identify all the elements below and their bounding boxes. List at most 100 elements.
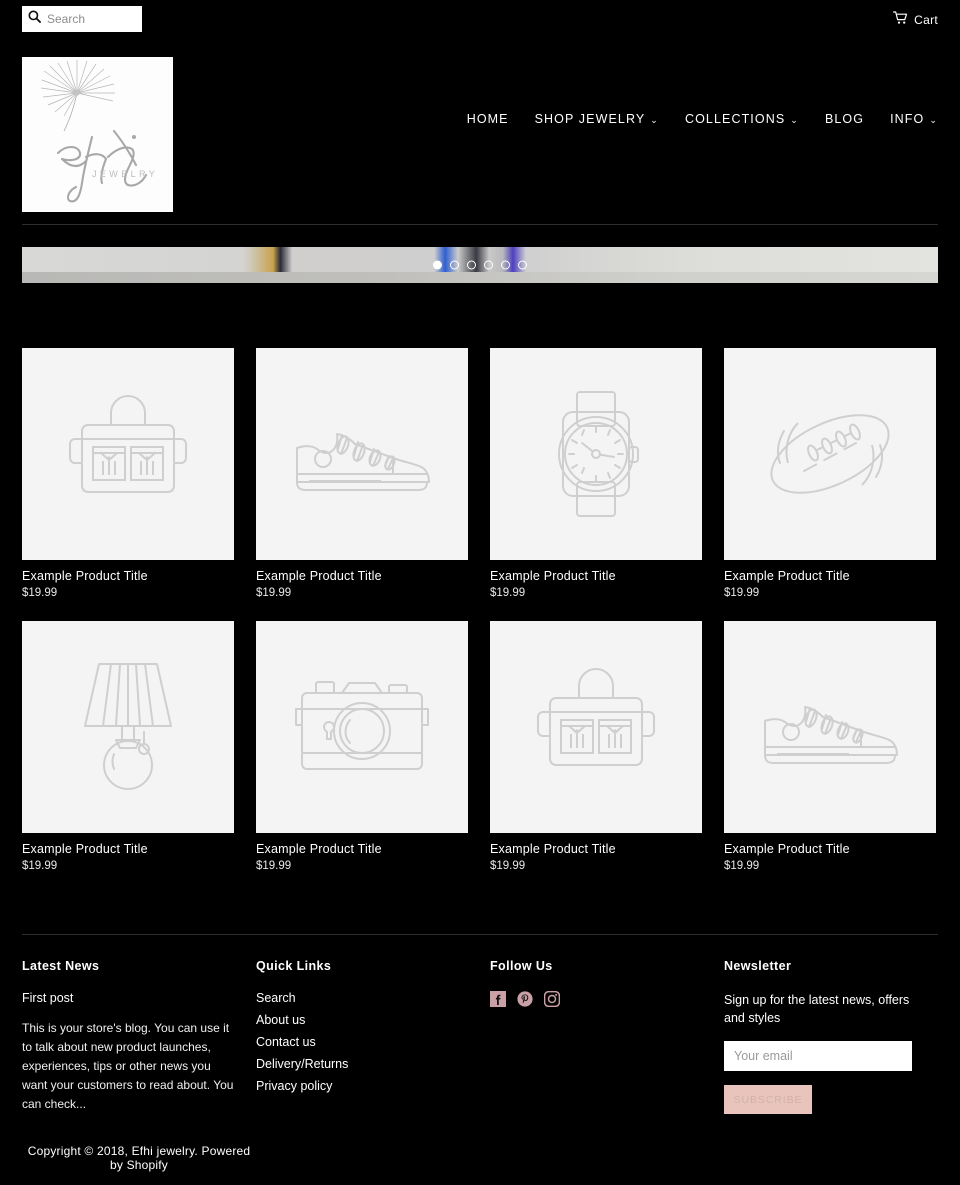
subscribe-button[interactable]: SUBSCRIBE	[724, 1085, 812, 1114]
email-field[interactable]	[724, 1041, 912, 1071]
latest-news-excerpt: This is your store's blog. You can use i…	[22, 1021, 234, 1111]
copyright-text: Copyright © 2018, Efhi jewelry. Powered …	[27, 1144, 251, 1172]
product-image	[724, 348, 936, 560]
svg-text:JEWELRY: JEWELRY	[92, 169, 158, 179]
footer-follow-us: Follow Us	[490, 959, 724, 1114]
nav-label: COLLECTIONS	[684, 112, 786, 126]
page-root: Cart	[0, 0, 960, 1185]
product-card[interactable]: Example Product Title $19.99	[256, 348, 468, 599]
cart-label: Cart	[914, 12, 938, 27]
chevron-down-icon: ⌄	[790, 114, 799, 125]
chevron-down-icon: ⌄	[650, 114, 659, 125]
handbag-icon	[69, 395, 187, 493]
quick-link-contact-us[interactable]: Contact us	[256, 1035, 490, 1049]
product-title: Example Product Title	[724, 842, 850, 856]
sneaker-icon	[296, 433, 430, 491]
top-bar: Cart	[0, 0, 960, 44]
hero-slideshow[interactable]	[22, 247, 938, 283]
header-divider	[22, 224, 938, 225]
product-image	[256, 348, 468, 560]
product-card[interactable]: Example Product Title $19.99	[724, 348, 936, 599]
product-price: $19.99	[490, 860, 526, 872]
product-title: Example Product Title	[724, 569, 850, 583]
slideshow-dot-1[interactable]	[433, 260, 442, 270]
quick-link-privacy-policy[interactable]: Privacy policy	[256, 1079, 490, 1093]
product-image	[256, 621, 468, 833]
quick-link-search[interactable]: Search	[256, 991, 490, 1005]
product-price: $19.99	[724, 860, 760, 872]
newsletter-title: Newsletter	[724, 959, 792, 973]
product-price: $19.99	[490, 587, 526, 599]
product-card[interactable]: Example Product Title $19.99	[22, 621, 234, 872]
product-image	[724, 621, 936, 833]
product-title: Example Product Title	[22, 569, 148, 583]
social-links	[490, 990, 724, 1008]
product-card[interactable]: Example Product Title $19.99	[724, 621, 936, 872]
quick-link-delivery-returns[interactable]: Delivery/Returns	[256, 1057, 490, 1071]
lamp-icon	[84, 663, 172, 790]
nav-item-shop-jewelry[interactable]: SHOP JEWELRY ⌄	[535, 112, 659, 126]
search-input[interactable]	[47, 12, 137, 26]
slideshow-dot-3[interactable]	[467, 260, 476, 270]
product-card[interactable]: Example Product Title $19.99	[256, 621, 468, 872]
sneaker-icon	[764, 706, 898, 764]
product-price: $19.99	[22, 587, 58, 599]
product-title: Example Product Title	[256, 569, 382, 583]
pinterest-icon[interactable]	[517, 991, 533, 1007]
nav-item-collections[interactable]: COLLECTIONS ⌄	[685, 112, 799, 126]
product-title: Example Product Title	[256, 842, 382, 856]
camera-icon	[295, 681, 429, 770]
facebook-icon[interactable]	[490, 991, 506, 1007]
nav-label: HOME	[466, 112, 509, 126]
product-price: $19.99	[256, 860, 292, 872]
follow-us-title: Follow Us	[490, 959, 553, 973]
product-image	[22, 621, 234, 833]
instagram-icon[interactable]	[543, 990, 561, 1008]
product-card[interactable]: Example Product Title $19.99	[490, 621, 702, 872]
slideshow-pagination	[433, 260, 527, 270]
search-icon	[28, 10, 41, 28]
footer-latest-news: Latest News First post This is your stor…	[22, 959, 256, 1114]
nav-label: INFO	[890, 112, 925, 126]
latest-news-title: Latest News	[22, 959, 100, 973]
product-price: $19.99	[724, 587, 760, 599]
site-header: JEWELRY HOME SHOP JEWELRY ⌄ COLLECTIONS …	[0, 44, 960, 224]
quick-links-title: Quick Links	[256, 959, 332, 973]
watch-icon	[558, 391, 639, 517]
product-price: $19.99	[22, 860, 58, 872]
nav-label: BLOG	[824, 112, 865, 126]
footer-quick-links: Quick Links Search About us Contact us D…	[256, 959, 490, 1114]
slideshow-dot-5[interactable]	[501, 260, 510, 270]
product-title: Example Product Title	[490, 569, 616, 583]
product-title: Example Product Title	[22, 842, 148, 856]
nav-label: SHOP JEWELRY	[534, 112, 646, 126]
product-card[interactable]: Example Product Title $19.99	[22, 348, 234, 599]
logo-artwork: JEWELRY	[40, 60, 158, 203]
nav-item-home[interactable]: HOME	[467, 112, 509, 126]
newsletter-description: Sign up for the latest news, offers and …	[724, 993, 910, 1025]
slideshow-dot-6[interactable]	[518, 260, 527, 270]
product-title: Example Product Title	[490, 842, 616, 856]
slideshow-dot-4[interactable]	[484, 260, 493, 270]
nav-item-info[interactable]: INFO ⌄	[890, 112, 938, 126]
quick-link-about-us[interactable]: About us	[256, 1013, 490, 1027]
footer-newsletter: Newsletter Sign up for the latest news, …	[724, 959, 938, 1114]
main-navigation: HOME SHOP JEWELRY ⌄ COLLECTIONS ⌄ BLOG I…	[467, 112, 938, 126]
chevron-down-icon: ⌄	[929, 114, 938, 125]
search-box[interactable]	[22, 6, 142, 32]
site-logo[interactable]: JEWELRY	[22, 57, 173, 212]
product-price: $19.99	[256, 587, 292, 599]
product-grid: Example Product Title $19.99 Example Pro…	[22, 348, 938, 872]
shopping-cart-icon	[893, 11, 908, 28]
product-card[interactable]: Example Product Title $19.99	[490, 348, 702, 599]
handbag-icon	[537, 668, 655, 766]
nav-item-blog[interactable]: BLOG	[825, 112, 864, 126]
product-image	[490, 348, 702, 560]
site-footer: Latest News First post This is your stor…	[22, 935, 938, 1172]
slideshow-dot-2[interactable]	[450, 260, 459, 270]
latest-news-post-title[interactable]: First post	[22, 991, 256, 1005]
football-icon	[770, 414, 890, 494]
cart-link[interactable]: Cart	[893, 11, 938, 28]
product-image	[22, 348, 234, 560]
product-image	[490, 621, 702, 833]
